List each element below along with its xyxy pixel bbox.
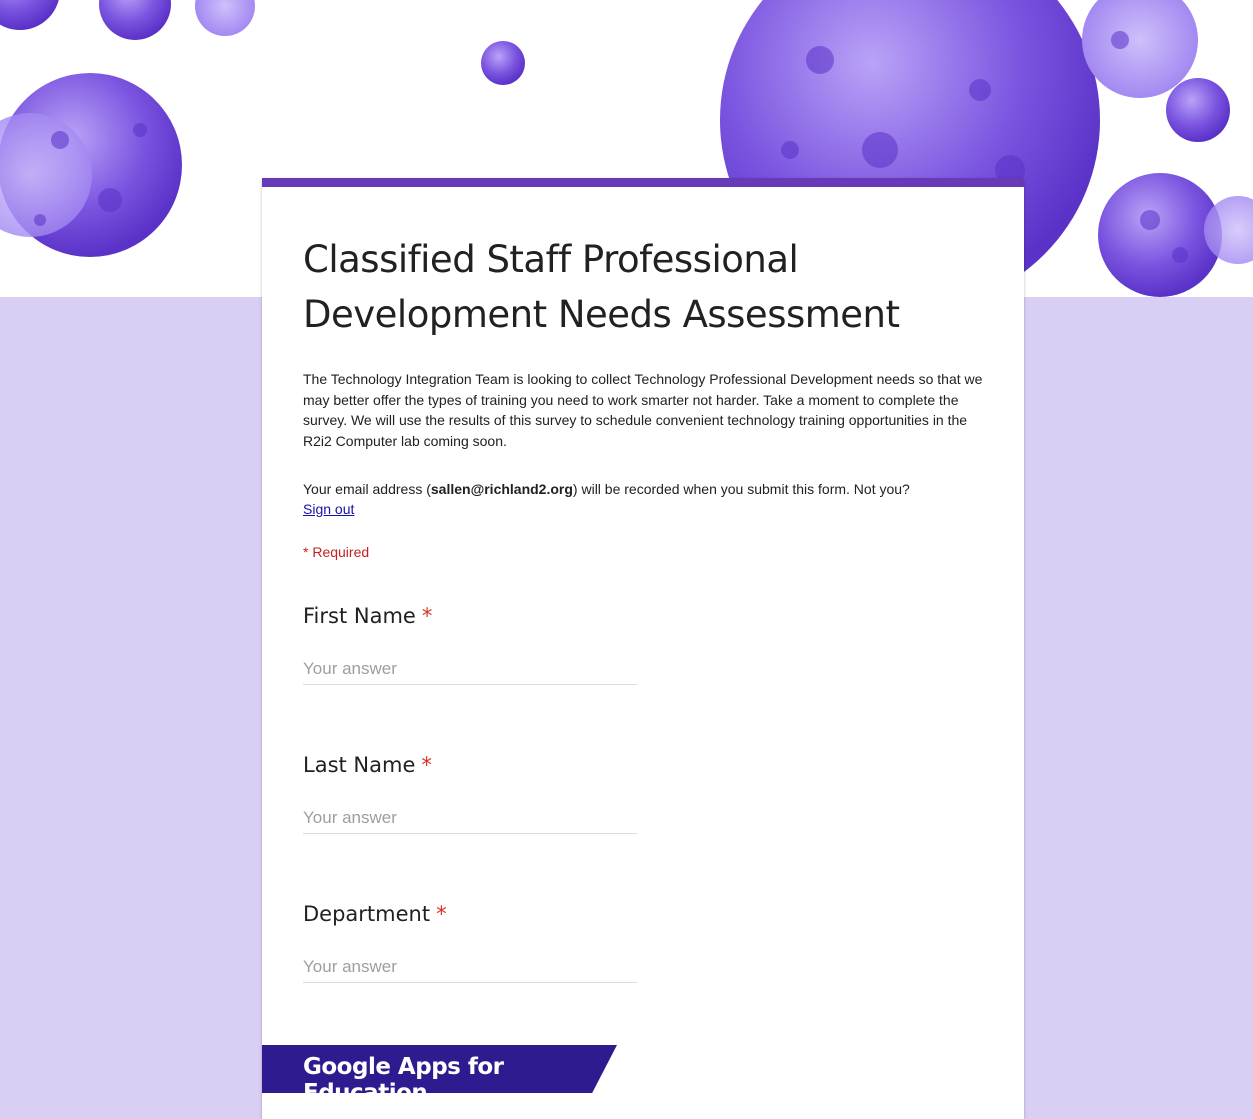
email-notice: Your email address (sallen@richland2.org… (303, 479, 993, 519)
first-name-label: First Name (303, 604, 416, 628)
sign-out-link[interactable]: Sign out (303, 501, 354, 517)
question-department: Department * (303, 902, 643, 983)
question-last-name: Last Name * (303, 753, 643, 834)
question-first-name: First Name * (303, 604, 643, 685)
form-description: The Technology Integration Team is looki… (303, 371, 983, 449)
department-label: Department (303, 902, 431, 926)
email-notice-prefix: Your email address ( (303, 481, 431, 497)
form-title: Classified Staff Professional Developmen… (303, 238, 900, 336)
question-label: Department * (303, 902, 643, 926)
question-label: First Name * (303, 604, 643, 628)
email-notice-suffix: ) will be recorded when you submit this … (572, 481, 910, 497)
required-star: * (436, 902, 447, 926)
google-apps-badge: Google Apps for Education (262, 1045, 617, 1093)
required-note: * Required (303, 544, 370, 560)
google-apps-badge-text: Google Apps for Education (303, 1054, 504, 1106)
required-star: * (421, 753, 432, 777)
required-star: * (421, 604, 433, 628)
question-label: Last Name * (303, 753, 643, 777)
last-name-input[interactable] (303, 803, 637, 834)
department-input[interactable] (303, 952, 637, 983)
first-name-input[interactable] (303, 654, 637, 685)
last-name-label: Last Name (303, 753, 416, 777)
form-card: Classified Staff Professional Developmen… (262, 178, 1024, 1119)
email-address: sallen@richland2.org (430, 481, 573, 497)
